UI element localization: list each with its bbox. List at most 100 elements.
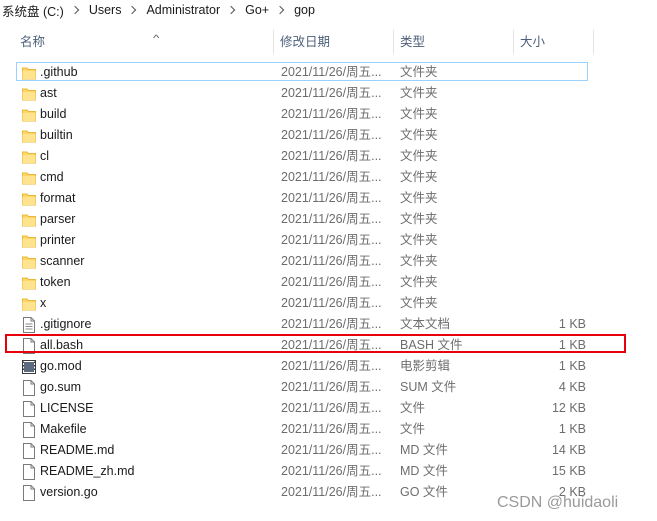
file-type: 文件夹 (400, 107, 438, 121)
column-header-name-label: 名称 (20, 35, 46, 49)
column-header-type-label: 类型 (400, 35, 426, 49)
file-type: 文件夹 (400, 233, 438, 247)
breadcrumb-item-drive[interactable]: 系统盘 (C:) (0, 1, 66, 20)
file-type: 电影剪辑 (400, 359, 451, 373)
file-row[interactable]: parser 2021/11/26/周五... 文件夹 (0, 209, 657, 230)
breadcrumb-item-goplus[interactable]: Go+ (243, 3, 271, 17)
file-type: 文件夹 (400, 86, 438, 100)
column-header-bar: ^ 名称 修改日期 类型 大小 (0, 28, 657, 56)
folder-icon (22, 65, 36, 81)
file-name: parser (40, 212, 76, 226)
file-name: cl (40, 149, 50, 163)
folder-icon (22, 191, 36, 207)
file-row[interactable]: cmd 2021/11/26/周五... 文件夹 (0, 167, 657, 188)
file-row[interactable]: x 2021/11/26/周五... 文件夹 (0, 293, 657, 314)
file-date: 2021/11/26/周五... (281, 254, 382, 268)
file-name: printer (40, 233, 76, 247)
file-type: 文件夹 (400, 254, 438, 268)
file-row[interactable]: LICENSE 2021/11/26/周五... 文件 12 KB (0, 398, 657, 419)
file-type: MD 文件 (400, 464, 448, 478)
breadcrumb-item-users[interactable]: Users (87, 3, 124, 17)
chevron-right-icon[interactable] (128, 5, 137, 15)
breadcrumb: 系统盘 (C:) Users Administrator Go+ gop (0, 0, 657, 20)
breadcrumb-item-administrator[interactable]: Administrator (144, 3, 222, 17)
file-name: build (40, 107, 67, 121)
file-name: x (40, 296, 47, 310)
file-date: 2021/11/26/周五... (281, 149, 382, 163)
file-type: 文件夹 (400, 275, 438, 289)
file-date: 2021/11/26/周五... (281, 485, 382, 499)
file-row[interactable]: go.sum 2021/11/26/周五... SUM 文件 4 KB (0, 377, 657, 398)
file-type: 文件夹 (400, 296, 438, 310)
file-name: scanner (40, 254, 85, 268)
file-name: LICENSE (40, 401, 94, 415)
file-name: README_zh.md (40, 464, 135, 478)
file-row[interactable]: build 2021/11/26/周五... 文件夹 (0, 104, 657, 125)
file-row[interactable]: Makefile 2021/11/26/周五... 文件 1 KB (0, 419, 657, 440)
folder-icon (22, 275, 36, 291)
file-icon (22, 401, 36, 417)
column-divider[interactable] (593, 30, 594, 54)
file-row[interactable]: scanner 2021/11/26/周五... 文件夹 (0, 251, 657, 272)
file-type: 文件 (400, 422, 426, 436)
file-row[interactable]: go.mod 2021/11/26/周五... 电影剪辑 1 KB (0, 356, 657, 377)
file-row[interactable]: .github 2021/11/26/周五... 文件夹 (0, 62, 657, 83)
file-type: 文件夹 (400, 149, 438, 163)
file-date: 2021/11/26/周五... (281, 65, 382, 79)
file-icon (22, 422, 36, 438)
video-file-icon (22, 359, 36, 375)
file-icon (22, 338, 36, 354)
file-icon (22, 464, 36, 480)
file-list: .github 2021/11/26/周五... 文件夹 ast 2021/11/26/… (0, 62, 657, 503)
folder-icon (22, 86, 36, 102)
column-header-size[interactable]: 大小 (514, 28, 594, 56)
file-size: 1 KB (558, 317, 586, 331)
file-date: 2021/11/26/周五... (281, 401, 382, 415)
text-file-icon (22, 317, 36, 333)
file-name: go.mod (40, 359, 82, 373)
column-header-name[interactable]: ^ 名称 (14, 28, 274, 56)
file-name: builtin (40, 128, 73, 142)
file-date: 2021/11/26/周五... (281, 233, 382, 247)
file-name: go.sum (40, 380, 81, 394)
file-name: all.bash (40, 338, 84, 352)
file-date: 2021/11/26/周五... (281, 128, 382, 142)
file-date: 2021/11/26/周五... (281, 464, 382, 478)
file-name: format (40, 191, 76, 205)
file-icon (22, 380, 36, 396)
chevron-right-icon[interactable] (275, 5, 285, 15)
file-name: token (40, 275, 71, 289)
file-name: .github (40, 65, 78, 79)
column-header-date-label: 修改日期 (280, 35, 331, 49)
file-row[interactable]: all.bash 2021/11/26/周五... BASH 文件 1 KB (0, 335, 657, 356)
file-size: 15 KB (551, 464, 586, 478)
file-size: 14 KB (551, 443, 586, 457)
column-header-type[interactable]: 类型 (394, 28, 514, 56)
file-row[interactable]: cl 2021/11/26/周五... 文件夹 (0, 146, 657, 167)
file-row[interactable]: ast 2021/11/26/周五... 文件夹 (0, 83, 657, 104)
chevron-right-icon[interactable] (226, 5, 236, 15)
file-date: 2021/11/26/周五... (281, 317, 382, 331)
folder-icon (22, 296, 36, 312)
watermark: CSDN @huidaoli (497, 494, 619, 511)
chevron-right-icon[interactable] (70, 5, 80, 15)
file-date: 2021/11/26/周五... (281, 338, 382, 352)
file-row[interactable]: printer 2021/11/26/周五... 文件夹 (0, 230, 657, 251)
file-name: ast (40, 86, 57, 100)
folder-icon (22, 170, 36, 186)
file-row[interactable]: README_zh.md 2021/11/26/周五... MD 文件 15 KB (0, 461, 657, 482)
folder-icon (22, 233, 36, 249)
file-date: 2021/11/26/周五... (281, 107, 382, 121)
file-date: 2021/11/26/周五... (281, 380, 382, 394)
folder-icon (22, 254, 36, 270)
file-row[interactable]: builtin 2021/11/26/周五... 文件夹 (0, 125, 657, 146)
file-row[interactable]: README.md 2021/11/26/周五... MD 文件 14 KB (0, 440, 657, 461)
column-header-date[interactable]: 修改日期 (274, 28, 394, 56)
file-row[interactable]: .gitignore 2021/11/26/周五... 文本文档 1 KB (0, 314, 657, 335)
file-row[interactable]: format 2021/11/26/周五... 文件夹 (0, 188, 657, 209)
file-type: 文件夹 (400, 65, 438, 79)
file-date: 2021/11/26/周五... (281, 296, 382, 310)
file-row[interactable]: token 2021/11/26/周五... 文件夹 (0, 272, 657, 293)
file-type: 文件夹 (400, 170, 438, 184)
breadcrumb-item-gop[interactable]: gop (292, 3, 317, 17)
